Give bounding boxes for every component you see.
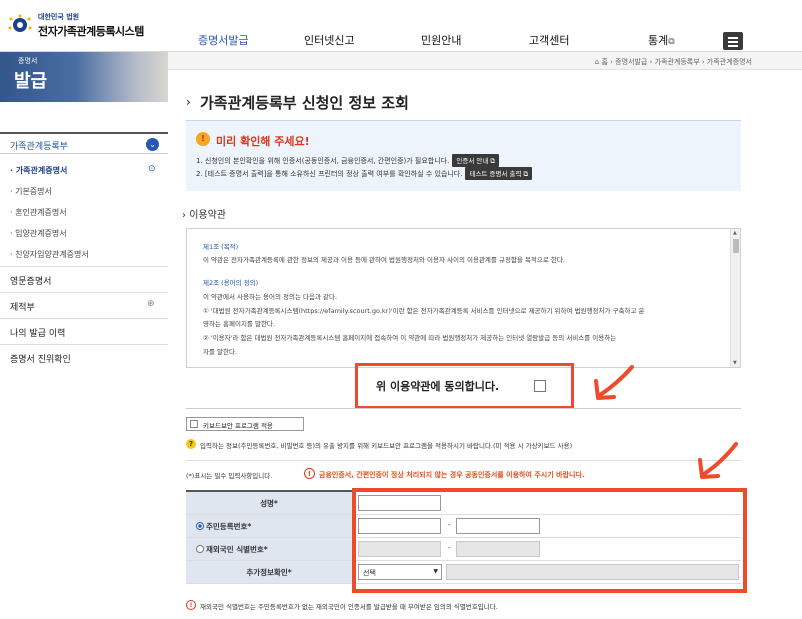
expand-icon[interactable]: ⊕ xyxy=(147,299,155,309)
foreign-id-option[interactable]: 재외국민 식별번호* xyxy=(196,544,362,555)
sidebar-menu-label: 증명서 진위확인 xyxy=(10,355,71,365)
agree-highlight-frame: 위 이용약관에 동의합니다. xyxy=(355,363,574,409)
sidebar-item-issue-history[interactable]: 나의 발급 이력 xyxy=(0,318,168,344)
sidebar-banner: 증명서 발급 xyxy=(0,52,168,102)
terms-article-1-title: 제1조 (목적) xyxy=(203,243,239,251)
terms-section-title: › 이용약관 xyxy=(182,206,226,221)
test-print-button[interactable]: 테스트 증명서 출력 ⧉ xyxy=(465,167,533,180)
warning-icon: ! xyxy=(186,600,196,610)
agree-terms-label: 위 이용약관에 동의합니다. xyxy=(376,380,500,393)
sidebar-item-marriage-cert[interactable]: · 혼인관계증명서 xyxy=(10,207,67,218)
external-link-icon: ⧉ xyxy=(668,37,675,47)
nav-statistics[interactable]: 통계⧉ xyxy=(648,32,675,48)
alert-bell-icon: ! xyxy=(196,132,210,146)
circle-arrow-icon[interactable]: ⊙ xyxy=(148,164,156,174)
notice-line-2: 2. [테스트 증명서 출력]을 통해 소유하신 프린터의 정상 출력 여부를 … xyxy=(196,167,533,180)
sidebar-section-label: 가족관계등록부 xyxy=(10,142,68,152)
logo-title[interactable]: 전자가족관계등록시스템 xyxy=(38,23,144,39)
top-header: 대한민국 법원 전자가족관계등록시스템 증명서발급 인터넷신고 민원안내 고객센… xyxy=(0,0,802,52)
divider xyxy=(186,408,741,409)
title-chevron-icon: › xyxy=(186,95,191,109)
breadcrumb-bar: ⌂ 홈 › 증명서발급 › 가족관계등록부 › 가족관계증명서 xyxy=(168,52,802,70)
certificate-warning-note: 금융인증서, 간편인증이 정상 처리되지 않는 경우 공동인증서를 이용하여 주… xyxy=(319,471,585,479)
extra-info-label: 추가정보확인* xyxy=(246,568,292,577)
sidebar-item-removal-register[interactable]: 제적부 ⊕ xyxy=(0,292,168,318)
rrn-option[interactable]: 주민등록번호* xyxy=(196,521,362,532)
sidebar-item-full-adoption-cert[interactable]: · 친양자입양관계증명서 xyxy=(10,249,89,260)
page-title: 가족관계등록부 신청인 정보 조회 xyxy=(200,94,409,112)
nav-certificate-issue[interactable]: 증명서발급 xyxy=(198,32,249,48)
scroll-thumb[interactable] xyxy=(733,239,739,253)
terms-scrollbar[interactable]: ▲ ▼ xyxy=(730,229,740,367)
sidebar: 증명서 발급 가족관계등록부 ⌄ · 가족관계증명서 ⊙ · 기본증명서 · 혼… xyxy=(0,52,168,619)
divider xyxy=(186,460,741,461)
hamburger-menu-button[interactable] xyxy=(723,32,743,50)
question-icon: ? xyxy=(186,439,196,449)
keyboard-security-checkbox[interactable] xyxy=(190,420,198,428)
keyboard-security-label: 키보드보안 프로그램 적용 xyxy=(203,422,273,430)
logo-subtitle: 대한민국 법원 xyxy=(38,13,80,21)
banner-small-text: 증명서 xyxy=(18,57,38,65)
terms-text: ② '이용자'라 함은 대법원 전자가족관계등록시스템 홈페이지에 접속하여 이… xyxy=(203,334,617,342)
form-label-cell: 주민등록번호* xyxy=(186,515,352,537)
form-label-cell: 성명* xyxy=(186,492,352,514)
nav-civil-guide[interactable]: 민원안내 xyxy=(421,32,461,48)
nav-internet-report[interactable]: 인터넷신고 xyxy=(304,32,355,48)
terms-text: 이 약관에서 사용하는 용어의 정의는 다음과 같다. xyxy=(203,293,338,301)
chevron-down-icon[interactable]: ⌄ xyxy=(146,138,159,151)
name-label: 성명* xyxy=(260,499,278,508)
court-logo-icon xyxy=(8,14,32,32)
breadcrumb: ⌂ 홈 › 증명서발급 › 가족관계등록부 › 가족관계증명서 xyxy=(594,58,752,66)
sidebar-menu-label: 영문증명서 xyxy=(10,277,52,287)
notice-box: ! 미리 확인해 주세요! 1. 신청인의 본인확인을 위해 인증서(공동인증서… xyxy=(186,120,741,191)
terms-text: ① '대법원 전자가족관계등록시스템(https://efamily.scour… xyxy=(203,307,645,315)
scroll-down-icon[interactable]: ▼ xyxy=(733,360,737,366)
sidebar-menu-label: 나의 발급 이력 xyxy=(10,329,66,339)
required-fields-note: (*)표시는 필수 입력사항입니다. xyxy=(186,472,273,480)
notice-line-1-text: 1. 신청인의 본인확인을 위해 인증서(공동인증서, 금융인증서, 간편인증)… xyxy=(196,157,450,165)
sidebar-item-authenticity-check[interactable]: 증명서 진위확인 xyxy=(0,344,168,370)
terms-text: 자를 말한다. xyxy=(203,348,238,356)
terms-text: 영하는 홈페이지를 말한다. xyxy=(203,320,275,328)
keyboard-security-button[interactable]: 키보드보안 프로그램 적용 xyxy=(186,417,304,431)
banner-title: 발급 xyxy=(14,71,48,92)
sidebar-item-family-relation-cert[interactable]: · 가족관계증명서 xyxy=(10,165,67,176)
sidebar-item-basic-cert[interactable]: · 기본증명서 xyxy=(10,186,52,197)
certificate-guide-button[interactable]: 인증서 안내 ⧉ xyxy=(452,154,500,167)
form-label-cell: 추가정보확인* xyxy=(186,561,352,583)
form-label-cell: 재외국민 식별번호* xyxy=(186,538,352,560)
agree-terms-checkbox[interactable] xyxy=(534,380,546,392)
terms-section-label: 이용약관 xyxy=(189,210,226,221)
terms-scroll-box[interactable]: 제1조 (목적) 이 약관은 전자가족관계등록에 관한 정보의 제공과 이용 등… xyxy=(186,228,741,368)
sidebar-item-english-cert[interactable]: 영문증명서 xyxy=(0,266,168,292)
sidebar-item-adoption-cert[interactable]: · 입양관계증명서 xyxy=(10,228,67,239)
nav-statistics-label: 통계 xyxy=(648,34,669,47)
foreign-id-footnote: 재외국민 식별번호는 주민등록번호가 없는 재외국민이 인증서를 발급받을 때 … xyxy=(200,603,498,611)
scroll-up-icon[interactable]: ▲ xyxy=(733,230,737,236)
terms-article-2-title: 제2조 (용어의 정의) xyxy=(203,279,259,287)
foreign-id-radio[interactable] xyxy=(196,545,204,553)
warning-icon: ! xyxy=(304,468,315,479)
sidebar-section-family-register[interactable]: 가족관계등록부 ⌄ xyxy=(0,132,168,154)
notice-line-1: 1. 신청인의 본인확인을 위해 인증서(공동인증서, 금융인증서, 간편인증)… xyxy=(196,154,500,167)
nav-customer-center[interactable]: 고객센터 xyxy=(529,32,569,48)
terms-text: 이 약관은 전자가족관계등록에 관한 정보의 제공과 이용 등에 관하여 법원행… xyxy=(203,256,565,264)
sidebar-menu-label: 제적부 xyxy=(10,303,35,313)
notice-line-2-text: 2. [테스트 증명서 출력]을 통해 소유하신 프린터의 정상 출력 여부를 … xyxy=(196,170,463,178)
keyboard-security-note: 입력하는 정보(주민등록번호, 비밀번호 등)의 유출 방지를 위해 키보드보안… xyxy=(200,442,573,450)
foreign-id-label: 재외국민 식별번호* xyxy=(206,545,268,554)
rrn-radio[interactable] xyxy=(196,522,204,530)
form-highlight-frame xyxy=(352,488,747,593)
notice-title: 미리 확인해 주세요! xyxy=(216,135,310,148)
arrow-annotation-icon xyxy=(594,365,634,400)
arrow-annotation-icon xyxy=(698,442,738,479)
rrn-label: 주민등록번호* xyxy=(206,522,252,531)
